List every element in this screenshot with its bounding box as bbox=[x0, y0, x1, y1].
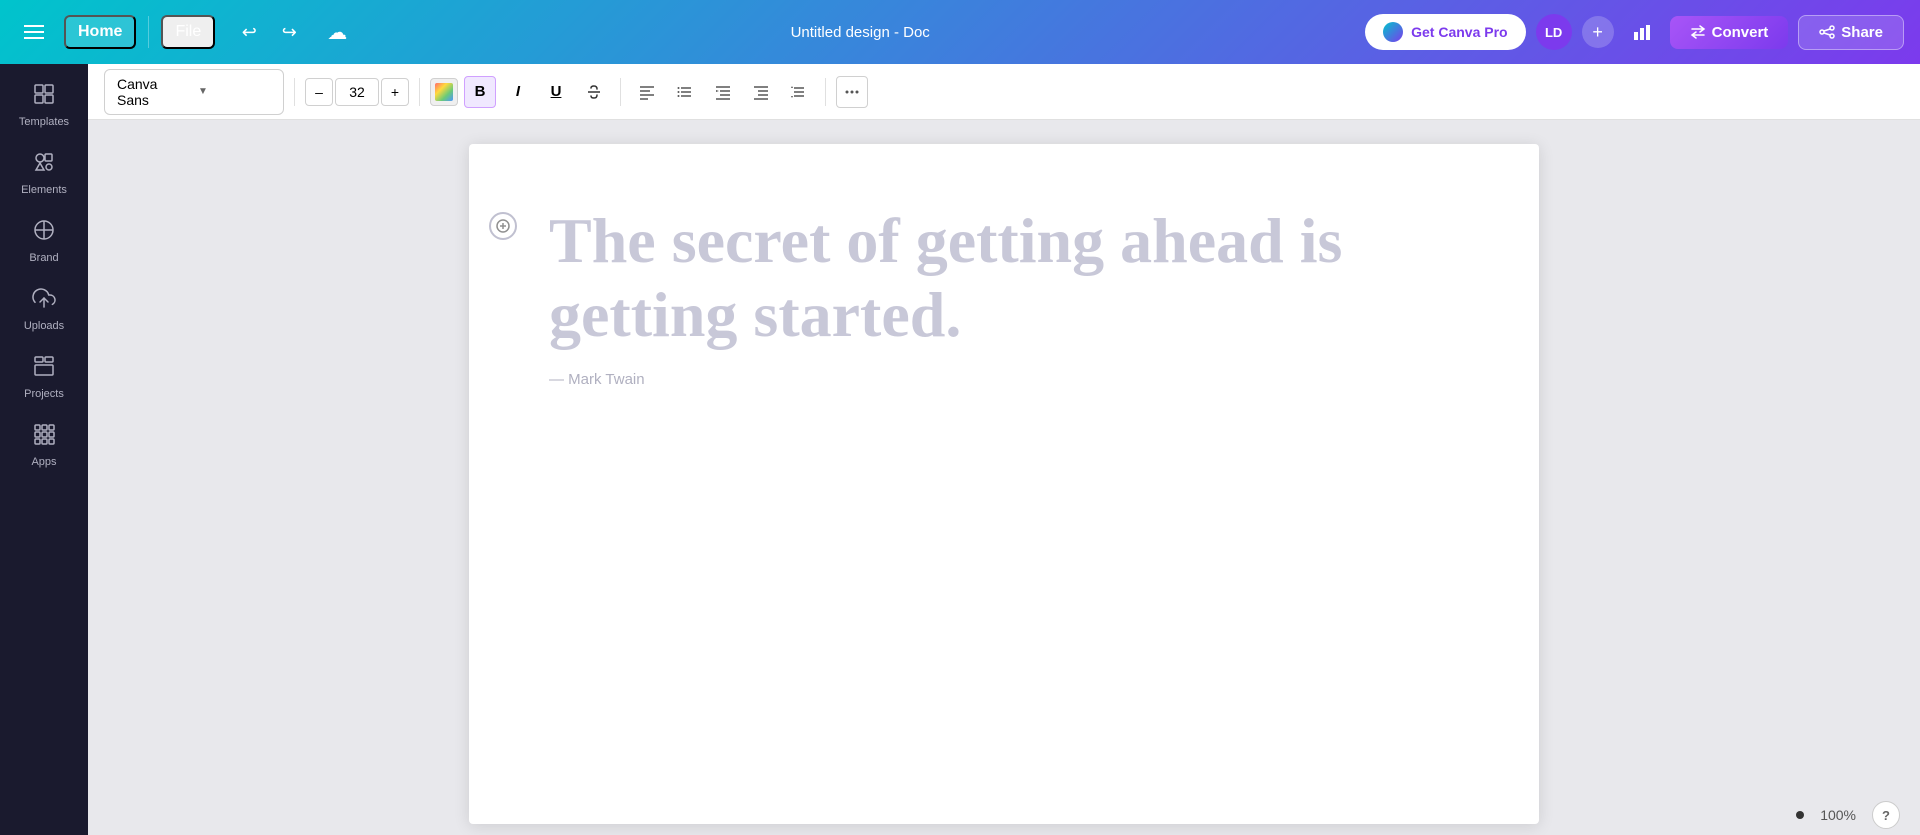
list-button[interactable] bbox=[669, 76, 701, 108]
indent-button[interactable] bbox=[707, 76, 739, 108]
font-size-input[interactable] bbox=[335, 78, 379, 106]
quote-text[interactable]: The secret of getting ahead is getting s… bbox=[549, 204, 1459, 351]
italic-button[interactable]: I bbox=[502, 76, 534, 108]
projects-icon bbox=[32, 354, 56, 384]
add-content-button[interactable] bbox=[489, 212, 517, 240]
indent-icon bbox=[714, 83, 732, 101]
sidebar-item-brand[interactable]: Brand bbox=[4, 208, 84, 272]
help-button[interactable]: ? bbox=[1872, 801, 1900, 829]
decrease-font-size-button[interactable]: – bbox=[305, 78, 333, 106]
font-family-selector[interactable]: Canva Sans ▼ bbox=[104, 69, 284, 115]
stats-button[interactable] bbox=[1624, 14, 1660, 50]
elements-label: Elements bbox=[21, 184, 67, 196]
share-icon bbox=[1819, 24, 1835, 40]
cloud-save-button[interactable]: ☁ bbox=[319, 14, 355, 50]
templates-label: Templates bbox=[19, 116, 69, 128]
redo-button[interactable]: ↪ bbox=[271, 14, 307, 50]
toolbar-divider-2 bbox=[419, 78, 420, 106]
add-collaborator-button[interactable]: + bbox=[1582, 16, 1614, 48]
apps-icon bbox=[32, 422, 56, 452]
document-title: Untitled design - Doc bbox=[367, 24, 1353, 41]
home-button[interactable]: Home bbox=[64, 15, 136, 49]
increase-font-size-button[interactable]: + bbox=[381, 78, 409, 106]
projects-label: Projects bbox=[24, 388, 64, 400]
brand-icon bbox=[32, 218, 56, 248]
left-sidebar: Templates Elements Brand bbox=[0, 0, 88, 835]
chevron-down-icon: ▼ bbox=[198, 86, 271, 97]
nav-right-group: Get Canva Pro LD + Convert bbox=[1365, 14, 1904, 50]
undo-button[interactable]: ↩ bbox=[231, 14, 267, 50]
font-family-value: Canva Sans bbox=[117, 76, 190, 108]
text-color-button[interactable] bbox=[430, 78, 458, 106]
uploads-label: Uploads bbox=[24, 320, 64, 332]
sidebar-item-templates[interactable]: Templates bbox=[4, 72, 84, 136]
font-size-control: – + bbox=[305, 78, 409, 106]
sidebar-item-uploads[interactable]: Uploads bbox=[4, 276, 84, 340]
undo-redo-group: ↩ ↪ bbox=[231, 14, 307, 50]
convert-button[interactable]: Convert bbox=[1670, 16, 1789, 49]
strikethrough-button[interactable] bbox=[578, 76, 610, 108]
brand-label: Brand bbox=[29, 252, 58, 264]
share-button[interactable]: Share bbox=[1798, 15, 1904, 50]
quote-attribution: — Mark Twain bbox=[549, 371, 1459, 388]
user-avatar-button[interactable]: LD bbox=[1536, 14, 1572, 50]
apps-label: Apps bbox=[31, 456, 56, 468]
toolbar-divider-4 bbox=[825, 78, 826, 106]
zoom-level: 100% bbox=[1820, 807, 1856, 823]
uploads-icon bbox=[32, 286, 56, 316]
sidebar-item-apps[interactable]: Apps bbox=[4, 412, 84, 476]
convert-icon bbox=[1690, 24, 1706, 40]
more-options-icon bbox=[843, 83, 861, 101]
elements-icon bbox=[32, 150, 56, 180]
bar-chart-icon bbox=[1632, 22, 1652, 42]
nav-divider-1 bbox=[148, 16, 149, 48]
canva-logo-icon bbox=[1383, 22, 1403, 42]
toolbar-divider-1 bbox=[294, 78, 295, 106]
scroll-indicator bbox=[1796, 811, 1804, 819]
line-spacing-icon bbox=[790, 83, 808, 101]
align-left-icon bbox=[638, 83, 656, 101]
more-options-button[interactable] bbox=[836, 76, 868, 108]
outdent-icon bbox=[752, 83, 770, 101]
canvas-area: The secret of getting ahead is getting s… bbox=[88, 120, 1920, 835]
underline-button[interactable]: U bbox=[540, 76, 572, 108]
top-navigation: Home File ↩ ↪ ☁ Untitled design - Doc Ge… bbox=[0, 0, 1920, 64]
outdent-button[interactable] bbox=[745, 76, 777, 108]
document-canvas: The secret of getting ahead is getting s… bbox=[469, 144, 1539, 824]
align-left-button[interactable] bbox=[631, 76, 663, 108]
color-swatch bbox=[435, 83, 453, 101]
sidebar-item-elements[interactable]: Elements bbox=[4, 140, 84, 204]
formatting-toolbar: Canva Sans ▼ – + B I U bbox=[88, 64, 1920, 120]
file-button[interactable]: File bbox=[161, 15, 215, 49]
plus-circle-icon bbox=[496, 219, 510, 233]
strikethrough-icon bbox=[586, 84, 602, 100]
templates-icon bbox=[32, 82, 56, 112]
sidebar-item-projects[interactable]: Projects bbox=[4, 344, 84, 408]
hamburger-menu[interactable] bbox=[16, 17, 52, 47]
toolbar-divider-3 bbox=[620, 78, 621, 106]
status-bar: 100% ? bbox=[1776, 795, 1920, 835]
list-icon bbox=[676, 83, 694, 101]
bold-button[interactable]: B bbox=[464, 76, 496, 108]
get-canva-pro-button[interactable]: Get Canva Pro bbox=[1365, 14, 1525, 50]
spacing-button[interactable] bbox=[783, 76, 815, 108]
